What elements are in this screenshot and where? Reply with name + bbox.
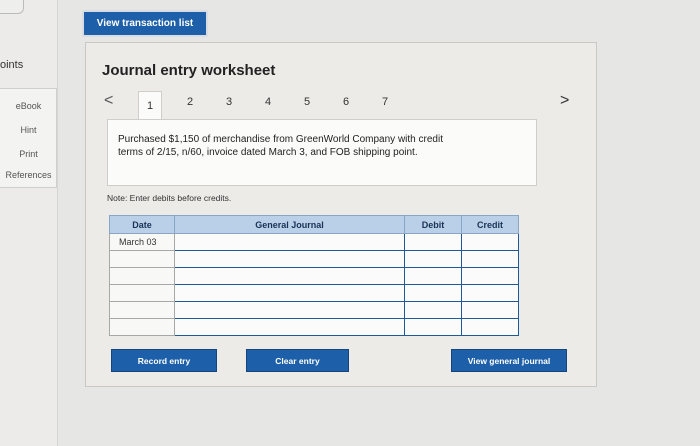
date-cell	[109, 267, 175, 285]
view-transaction-list-button[interactable]: View transaction list	[82, 10, 208, 37]
account-input[interactable]	[174, 250, 405, 268]
debit-input[interactable]	[404, 267, 462, 285]
header-date: Date	[109, 215, 175, 234]
tab-1[interactable]: 1	[138, 91, 162, 120]
account-input[interactable]	[174, 318, 405, 336]
tab-7[interactable]: 7	[373, 91, 397, 113]
description-line-2: terms of 2/15, n/60, invoice dated March…	[118, 147, 418, 158]
description-line-1: Purchased $1,150 of merchandise from Gre…	[118, 134, 443, 145]
debit-input[interactable]	[404, 250, 462, 268]
table-header-row: Date General Journal Debit Credit	[109, 215, 519, 234]
transaction-description: Purchased $1,150 of merchandise from Gre…	[107, 119, 537, 186]
rail-item-hint[interactable]: Hint	[0, 125, 57, 135]
points-label: oints	[0, 59, 24, 71]
header-debit: Debit	[404, 215, 462, 234]
account-input[interactable]	[174, 301, 405, 319]
debit-input[interactable]	[404, 233, 462, 251]
credit-input[interactable]	[461, 250, 519, 268]
credit-input[interactable]	[461, 233, 519, 251]
debit-input[interactable]	[404, 301, 462, 319]
table-row	[109, 267, 519, 285]
chevron-left-icon[interactable]: <	[104, 92, 113, 110]
tab-5[interactable]: 5	[295, 91, 319, 113]
credit-input[interactable]	[461, 301, 519, 319]
tab-4[interactable]: 4	[256, 91, 280, 113]
view-general-journal-button[interactable]: View general journal	[451, 349, 567, 372]
account-input[interactable]	[174, 284, 405, 302]
chevron-right-icon[interactable]: >	[560, 92, 569, 110]
credit-input[interactable]	[461, 284, 519, 302]
tab-6[interactable]: 6	[334, 91, 358, 113]
debit-input[interactable]	[404, 318, 462, 336]
date-cell: March 03	[109, 233, 175, 251]
header-general-journal: General Journal	[174, 215, 405, 234]
debit-input[interactable]	[404, 284, 462, 302]
rail-top-tab	[0, 0, 24, 14]
journal-table: Date General Journal Debit Credit March …	[109, 215, 519, 336]
credit-input[interactable]	[461, 318, 519, 336]
table-row	[109, 301, 519, 319]
rail-item-references[interactable]: References	[0, 170, 57, 180]
table-row: March 03	[109, 233, 519, 251]
date-cell	[109, 284, 175, 302]
table-row	[109, 318, 519, 336]
table-row	[109, 284, 519, 302]
credit-input[interactable]	[461, 267, 519, 285]
tab-2[interactable]: 2	[178, 91, 202, 113]
date-cell	[109, 301, 175, 319]
record-entry-button[interactable]: Record entry	[111, 349, 217, 372]
date-cell	[109, 250, 175, 268]
rail-item-ebook[interactable]: eBook	[0, 101, 57, 111]
rail-item-print[interactable]: Print	[0, 149, 57, 159]
account-input[interactable]	[174, 267, 405, 285]
date-cell	[109, 318, 175, 336]
header-credit: Credit	[461, 215, 519, 234]
account-input[interactable]	[174, 233, 405, 251]
clear-entry-button[interactable]: Clear entry	[246, 349, 349, 372]
tab-3[interactable]: 3	[217, 91, 241, 113]
page-title: Journal entry worksheet	[102, 62, 276, 79]
table-row	[109, 250, 519, 268]
debits-note: Note: Enter debits before credits.	[107, 193, 232, 203]
